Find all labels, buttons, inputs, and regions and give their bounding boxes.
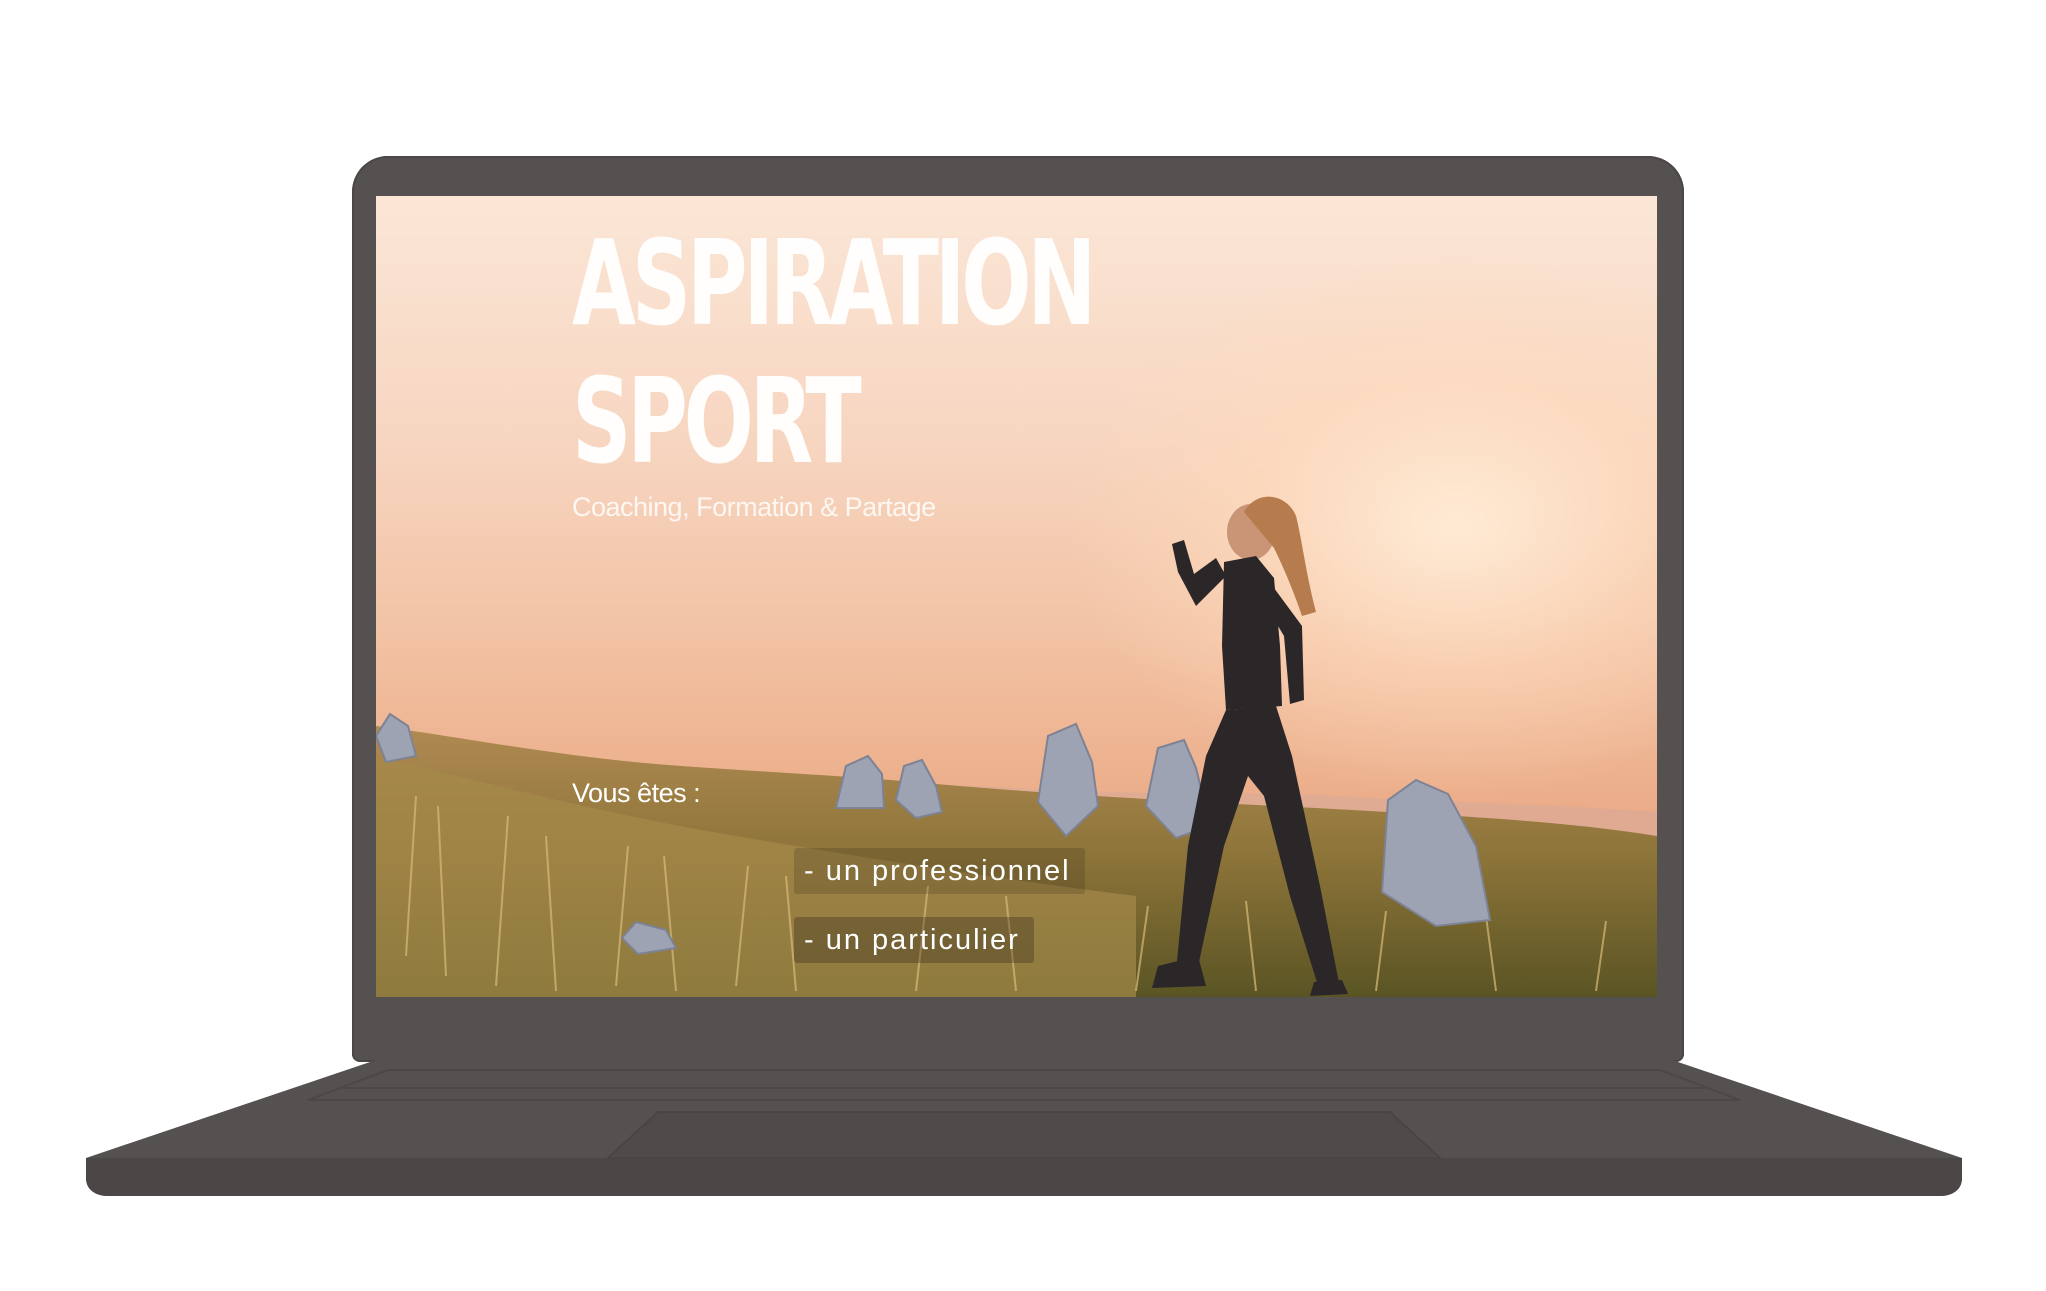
site-title-line-2: SPORT <box>572 352 862 490</box>
website-screen: ASPIRATION SPORT Coaching, Formation & P… <box>376 196 1657 997</box>
audience-prompt: Vous êtes : <box>572 778 701 808</box>
laptop-mockup: ASPIRATION SPORT Coaching, Formation & P… <box>0 0 2046 1291</box>
individual-option-link[interactable]: - un particulier <box>794 917 1034 963</box>
site-tagline: Coaching, Formation & Partage <box>572 492 936 522</box>
site-title-line-1: ASPIRATION <box>572 214 1096 352</box>
site-title: ASPIRATION SPORT <box>572 214 1096 490</box>
professional-option-link[interactable]: - un professionnel <box>794 848 1085 894</box>
